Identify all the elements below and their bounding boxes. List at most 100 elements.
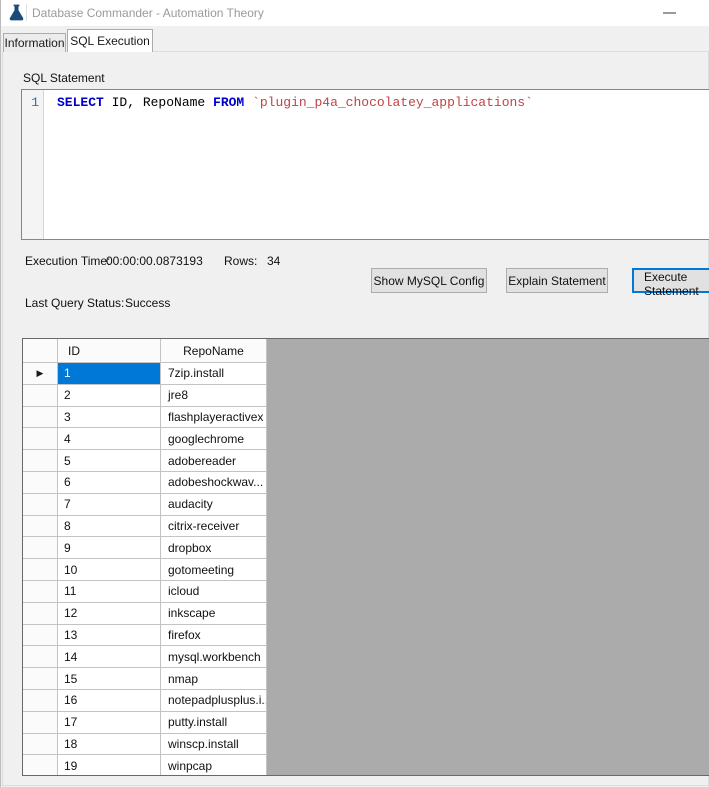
cell-id[interactable]: 10 <box>58 559 161 581</box>
cell-id[interactable]: 17 <box>58 712 161 734</box>
table-row[interactable]: 12inkscape <box>23 603 709 625</box>
cell-id[interactable]: 8 <box>58 516 161 538</box>
cell-reponame[interactable]: putty.install <box>161 712 267 734</box>
cell-reponame[interactable]: mysql.workbench <box>161 646 267 668</box>
cell-reponame[interactable]: notepadplusplus.i... <box>161 690 267 712</box>
row-header-cell[interactable] <box>23 516 58 538</box>
cell-reponame[interactable]: icloud <box>161 581 267 603</box>
cell-id[interactable]: 14 <box>58 646 161 668</box>
cell-id[interactable]: 1 <box>58 363 161 385</box>
title-bar: Database Commander - Automation Theory <box>1 0 709 26</box>
row-header-cell[interactable] <box>23 472 58 494</box>
execute-statement-button[interactable]: Execute Statement <box>632 268 709 293</box>
cell-reponame[interactable]: adobeshockwav... <box>161 472 267 494</box>
execution-time-value: 00:00:00.0873193 <box>106 254 203 268</box>
table-row[interactable]: 10gotomeeting <box>23 559 709 581</box>
row-header-cell[interactable] <box>23 625 58 647</box>
row-header-cell[interactable] <box>23 755 58 776</box>
flask-icon <box>9 4 24 21</box>
cell-reponame[interactable]: winpcap <box>161 755 267 776</box>
grid-header-row: ID RepoName <box>23 339 709 363</box>
table-row[interactable]: 13firefox <box>23 625 709 647</box>
cell-id[interactable]: 5 <box>58 450 161 472</box>
table-row[interactable]: 19winpcap <box>23 755 709 776</box>
table-row[interactable]: 6adobeshockwav... <box>23 472 709 494</box>
cell-reponame[interactable]: audacity <box>161 494 267 516</box>
cell-id[interactable]: 11 <box>58 581 161 603</box>
table-row[interactable]: 8citrix-receiver <box>23 516 709 538</box>
cell-id[interactable]: 2 <box>58 385 161 407</box>
title-separator <box>26 4 27 21</box>
cell-id[interactable]: 12 <box>58 603 161 625</box>
cell-reponame[interactable]: 7zip.install <box>161 363 267 385</box>
row-header-cell[interactable] <box>23 559 58 581</box>
cell-reponame[interactable]: flashplayeractivex <box>161 407 267 429</box>
sql-editor[interactable]: 1 SELECT ID, RepoName FROM `plugin_p4a_c… <box>21 89 709 240</box>
table-row[interactable]: 17putty.install <box>23 712 709 734</box>
cell-id[interactable]: 18 <box>58 734 161 756</box>
row-header-cell[interactable] <box>23 428 58 450</box>
cell-reponame[interactable]: inkscape <box>161 603 267 625</box>
table-row[interactable]: 11icloud <box>23 581 709 603</box>
results-grid[interactable]: ID RepoName ▶17zip.install2jre83flashpla… <box>22 338 709 776</box>
sql-token-keyword: FROM <box>213 95 244 110</box>
cell-reponame[interactable]: nmap <box>161 668 267 690</box>
row-header-cell[interactable] <box>23 734 58 756</box>
table-row[interactable]: 5adobereader <box>23 450 709 472</box>
sql-code-line[interactable]: SELECT ID, RepoName FROM `plugin_p4a_cho… <box>44 90 709 239</box>
cell-reponame[interactable]: firefox <box>161 625 267 647</box>
show-mysql-config-button[interactable]: Show MySQL Config <box>371 268 487 293</box>
table-row[interactable]: 4googlechrome <box>23 428 709 450</box>
tab-information[interactable]: Information <box>3 33 66 52</box>
last-query-status-label: Last Query Status: <box>25 296 124 310</box>
table-row[interactable]: 7audacity <box>23 494 709 516</box>
cell-id[interactable]: 7 <box>58 494 161 516</box>
table-row[interactable]: 16notepadplusplus.i... <box>23 690 709 712</box>
cell-reponame[interactable]: jre8 <box>161 385 267 407</box>
row-header-cell[interactable] <box>23 690 58 712</box>
row-header-cell[interactable] <box>23 494 58 516</box>
row-header-cell[interactable]: ▶ <box>23 363 58 385</box>
column-header-reponame[interactable]: RepoName <box>161 339 267 363</box>
cell-id[interactable]: 19 <box>58 755 161 776</box>
row-header-cell[interactable] <box>23 603 58 625</box>
last-query-status-value: Success <box>125 296 170 310</box>
row-header-cell[interactable] <box>23 407 58 429</box>
cell-reponame[interactable]: dropbox <box>161 537 267 559</box>
cell-id[interactable]: 3 <box>58 407 161 429</box>
table-row[interactable]: 18winscp.install <box>23 734 709 756</box>
sql-token-plain <box>244 95 252 110</box>
table-row[interactable]: 15nmap <box>23 668 709 690</box>
sql-statement-label: SQL Statement <box>23 71 105 85</box>
editor-line-number: 1 <box>22 90 44 239</box>
cell-id[interactable]: 15 <box>58 668 161 690</box>
cell-reponame[interactable]: googlechrome <box>161 428 267 450</box>
window-title: Database Commander - Automation Theory <box>32 6 264 20</box>
cell-reponame[interactable]: gotomeeting <box>161 559 267 581</box>
row-header-cell[interactable] <box>23 450 58 472</box>
cell-id[interactable]: 9 <box>58 537 161 559</box>
minimize-icon[interactable] <box>663 12 676 14</box>
cell-reponame[interactable]: adobereader <box>161 450 267 472</box>
table-row[interactable]: 9dropbox <box>23 537 709 559</box>
row-header-cell[interactable] <box>23 537 58 559</box>
row-header-cell[interactable] <box>23 385 58 407</box>
cell-id[interactable]: 4 <box>58 428 161 450</box>
tab-sql-execution[interactable]: SQL Execution <box>67 29 153 52</box>
column-header-id[interactable]: ID <box>58 339 161 363</box>
row-header-cell[interactable] <box>23 712 58 734</box>
cell-id[interactable]: 6 <box>58 472 161 494</box>
cell-reponame[interactable]: winscp.install <box>161 734 267 756</box>
sql-token-plain: ID, RepoName <box>104 95 213 110</box>
row-header-cell[interactable] <box>23 646 58 668</box>
row-header-cell[interactable] <box>23 668 58 690</box>
cell-reponame[interactable]: citrix-receiver <box>161 516 267 538</box>
table-row[interactable]: ▶17zip.install <box>23 363 709 385</box>
table-row[interactable]: 14mysql.workbench <box>23 646 709 668</box>
explain-statement-button[interactable]: Explain Statement <box>506 268 608 293</box>
table-row[interactable]: 2jre8 <box>23 385 709 407</box>
cell-id[interactable]: 13 <box>58 625 161 647</box>
cell-id[interactable]: 16 <box>58 690 161 712</box>
row-header-cell[interactable] <box>23 581 58 603</box>
table-row[interactable]: 3flashplayeractivex <box>23 407 709 429</box>
